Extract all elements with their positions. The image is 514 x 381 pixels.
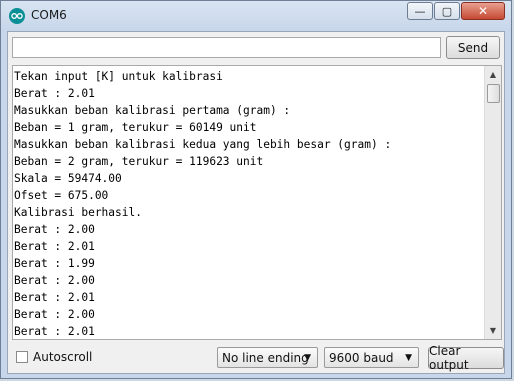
line-ending-value: No line ending — [222, 350, 309, 365]
caret-down-icon: ▼ — [405, 353, 412, 363]
maximize-button[interactable]: ▢ — [434, 2, 460, 20]
output-line: Ofset = 675.00 — [14, 189, 109, 202]
output-line: Berat : 1.99 — [14, 257, 95, 270]
caret-down-icon: ▼ — [304, 353, 311, 363]
minimize-button[interactable]: — — [407, 2, 433, 20]
output-line: Skala = 59474.00 — [14, 172, 122, 185]
output-line: Berat : 2.01 — [14, 325, 95, 338]
serial-monitor-window: COM6 — ▢ ✕ Send Tekan input [K] untuk ka… — [0, 0, 512, 379]
autoscroll-label: Autoscroll — [33, 350, 93, 364]
send-input[interactable] — [12, 37, 441, 58]
baud-rate-select[interactable]: 9600 baud ▼ — [324, 347, 419, 368]
output-line: Tekan input [K] untuk kalibrasi — [14, 70, 223, 83]
vertical-scrollbar[interactable]: ▲ ▼ — [484, 66, 501, 339]
minimize-icon: — — [414, 4, 426, 18]
output-line: Masukkan beban kalibrasi kedua yang lebi… — [14, 138, 392, 151]
output-line: Masukkan beban kalibrasi pertama (gram) … — [14, 104, 291, 117]
arduino-infinity-icon — [9, 8, 25, 24]
output-line: Berat : 2.01 — [14, 87, 95, 100]
footer-bar: Autoscroll No line ending ▼ 9600 baud ▼ … — [8, 344, 504, 372]
close-icon: ✕ — [477, 4, 489, 18]
window-controls: — ▢ ✕ — [406, 2, 505, 20]
output-line: Berat : 2.00 — [14, 274, 95, 287]
output-line: Berat : 2.01 — [14, 240, 95, 253]
scrollbar-thumb[interactable] — [487, 84, 500, 103]
output-lines: Tekan input [K] untuk kalibrasi Berat : 2… — [14, 68, 484, 339]
close-button[interactable]: ✕ — [461, 2, 505, 20]
clear-output-button[interactable]: Clear output — [428, 344, 504, 372]
output-line: Berat : 2.01 — [14, 291, 95, 304]
output-line: Berat : 2.00 — [14, 308, 95, 321]
chevron-up-icon[interactable]: ▲ — [485, 66, 501, 83]
baud-rate-value: 9600 baud — [329, 350, 394, 365]
maximize-icon: ▢ — [441, 4, 453, 18]
autoscroll-toggle[interactable]: Autoscroll — [16, 350, 92, 364]
window-title: COM6 — [31, 8, 67, 22]
title-bar[interactable]: COM6 — ▢ ✕ — [1, 1, 511, 29]
output-line: Beban = 1 gram, terukur = 60149 unit — [14, 121, 257, 134]
output-line: Berat : 2.00 — [14, 223, 95, 236]
autoscroll-checkbox[interactable] — [16, 351, 28, 363]
send-button[interactable]: Send — [446, 36, 500, 59]
output-line: Kalibrasi berhasil. — [14, 206, 142, 219]
serial-output[interactable]: Tekan input [K] untuk kalibrasi Berat : 2… — [12, 65, 502, 340]
output-line: Beban = 2 gram, terukur = 119623 unit — [14, 155, 264, 168]
serial-monitor-body: Send Tekan input [K] untuk kalibrasi Bera… — [7, 31, 505, 374]
chevron-down-icon[interactable]: ▼ — [485, 322, 501, 339]
line-ending-select[interactable]: No line ending ▼ — [217, 347, 318, 368]
